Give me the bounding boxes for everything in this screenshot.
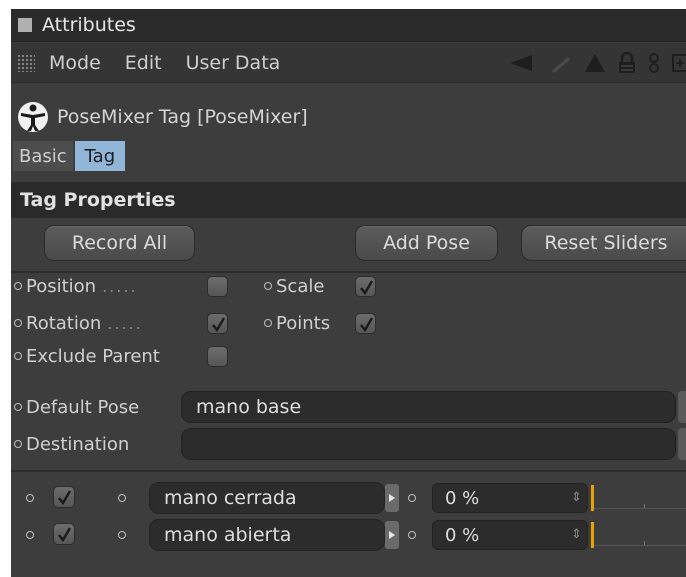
record-all-button[interactable]: Record All <box>44 225 195 261</box>
animation-dot-icon[interactable] <box>408 531 416 539</box>
rotation-checkbox[interactable] <box>207 313 228 334</box>
pose-strength-slider[interactable] <box>591 520 686 550</box>
menu-edit[interactable]: Edit <box>125 52 162 74</box>
scale-label: Scale <box>276 275 325 297</box>
triangle-right-icon <box>389 531 395 539</box>
slider-marker[interactable] <box>591 522 594 548</box>
menu-mode[interactable]: Mode <box>49 52 101 74</box>
animation-dot-icon[interactable] <box>14 282 22 290</box>
toolbar-icons <box>508 43 686 83</box>
section-title: Tag Properties <box>20 189 176 211</box>
checkmark-icon <box>211 316 225 332</box>
menu-bar: Mode Edit User Data <box>11 43 686 83</box>
exclude-parent-checkbox[interactable] <box>207 346 228 367</box>
leader-dots: ..... <box>102 276 138 296</box>
link-icon[interactable] <box>648 52 660 74</box>
add-pose-button[interactable]: Add Pose <box>355 225 498 261</box>
triangle-right-icon <box>389 494 395 502</box>
points-checkbox[interactable] <box>355 313 376 334</box>
title-bar: Attributes <box>11 9 686 42</box>
forward-arrow-icon[interactable] <box>546 53 572 73</box>
points-option: Points <box>264 309 330 337</box>
animation-dot-icon[interactable] <box>14 352 22 360</box>
tab-tag[interactable]: Tag <box>74 141 126 171</box>
animation-dot-icon[interactable] <box>118 494 126 502</box>
destination-field[interactable] <box>181 428 676 460</box>
tab-bar: Basic Tag <box>11 140 686 172</box>
object-title: PoseMixer Tag [PoseMixer] <box>57 106 308 128</box>
pose-link-button[interactable] <box>385 484 399 512</box>
animation-dot-icon[interactable] <box>14 319 22 327</box>
position-option: Position ..... <box>14 272 138 300</box>
up-arrow-icon[interactable] <box>584 53 606 73</box>
rotation-label: Rotation <box>26 312 102 334</box>
pose-link-button[interactable] <box>385 521 399 549</box>
destination-label: Destination <box>26 433 130 455</box>
animation-dot-icon[interactable] <box>26 531 34 539</box>
destination-option: Destination <box>14 430 129 458</box>
window-title: Attributes <box>42 14 136 36</box>
back-arrow-icon[interactable] <box>508 53 534 73</box>
lock-icon[interactable] <box>618 52 636 74</box>
animation-dot-icon[interactable] <box>408 494 416 502</box>
default-pose-field[interactable]: mano base <box>181 391 676 423</box>
spinner-arrows-icon[interactable]: ⇕ <box>571 490 582 505</box>
rotation-option: Rotation ..... <box>14 309 143 337</box>
default-pose-option: Default Pose <box>14 393 139 421</box>
object-header: PoseMixer Tag [PoseMixer] <box>11 97 686 137</box>
attributes-panel: Attributes Mode Edit User Data PoseMixer… <box>11 9 686 577</box>
position-checkbox[interactable] <box>207 276 228 297</box>
posemixer-tag-icon <box>17 101 49 133</box>
pose-enable-checkbox[interactable] <box>53 523 75 545</box>
spinner-arrows-icon[interactable]: ⇕ <box>571 527 582 542</box>
slider-track <box>591 545 686 546</box>
checkmark-icon <box>58 527 72 542</box>
animation-dot-icon[interactable] <box>264 319 272 327</box>
pose-strength-slider[interactable] <box>591 483 686 513</box>
slider-tick <box>644 541 645 545</box>
slider-marker[interactable] <box>591 485 594 511</box>
exclude-parent-option: Exclude Parent <box>14 342 160 370</box>
pose-percent-field[interactable]: 0 % <box>432 483 588 513</box>
default-pose-menu-button[interactable] <box>678 391 686 423</box>
points-label: Points <box>276 312 331 334</box>
scale-checkbox[interactable] <box>355 276 376 297</box>
checkmark-icon <box>359 279 373 295</box>
pose-enable-checkbox[interactable] <box>53 486 75 508</box>
destination-menu-button[interactable] <box>678 428 686 460</box>
leader-dots: ..... <box>107 313 143 333</box>
position-label: Position <box>26 275 97 297</box>
animation-dot-icon[interactable] <box>118 531 126 539</box>
menu-user-data[interactable]: User Data <box>186 52 281 74</box>
pose-percent-field[interactable]: 0 % <box>432 520 588 550</box>
divider <box>11 470 686 472</box>
animation-dot-icon[interactable] <box>264 282 272 290</box>
pose-name-field[interactable]: mano abierta <box>149 519 385 551</box>
slider-track <box>591 508 686 509</box>
animation-dot-icon[interactable] <box>14 403 22 411</box>
animation-dot-icon[interactable] <box>26 494 34 502</box>
scale-option: Scale <box>264 272 324 300</box>
pose-name-field[interactable]: mano cerrada <box>149 482 385 514</box>
new-panel-icon[interactable] <box>672 53 686 73</box>
section-header: Tag Properties <box>11 182 686 218</box>
checkmark-icon <box>58 490 72 505</box>
slider-tick <box>644 504 645 508</box>
animation-dot-icon[interactable] <box>14 440 22 448</box>
tab-basic[interactable]: Basic <box>13 141 73 171</box>
grip-icon[interactable] <box>17 53 35 72</box>
reset-sliders-button[interactable]: Reset Sliders <box>521 225 686 261</box>
exclude-parent-label: Exclude Parent <box>26 345 160 367</box>
panel-menu-icon[interactable] <box>18 18 32 32</box>
default-pose-label: Default Pose <box>26 396 140 418</box>
checkmark-icon <box>359 316 373 332</box>
